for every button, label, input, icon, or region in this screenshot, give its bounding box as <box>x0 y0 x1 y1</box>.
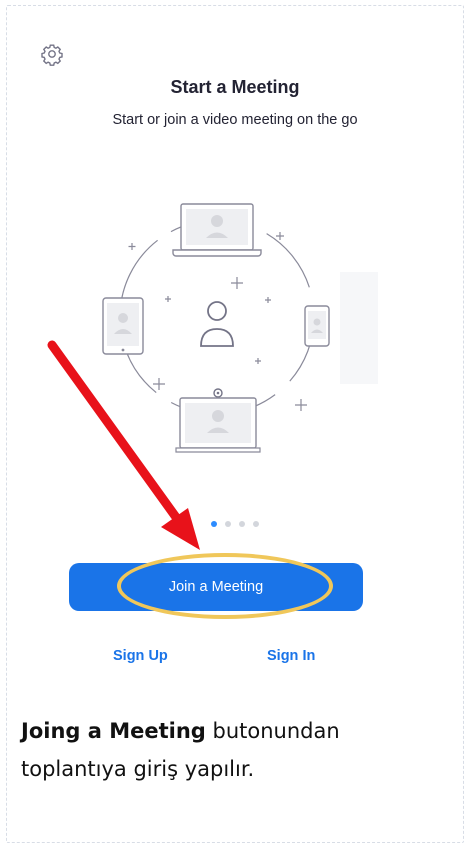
sign-up-link[interactable]: Sign Up <box>113 648 168 664</box>
phone-icon <box>304 305 330 347</box>
caption-line2: toplantıya giriş yapılır. <box>21 757 255 781</box>
join-meeting-button[interactable]: Join a Meeting <box>69 563 363 611</box>
gear-icon <box>41 44 63 66</box>
carousel-dot[interactable] <box>253 521 259 527</box>
person-icon <box>200 301 234 347</box>
caption-line1-rest: butonundan <box>205 719 340 743</box>
carousel-dot[interactable] <box>225 521 231 527</box>
laptop-icon <box>172 203 262 257</box>
page-subtitle: Start or join a video meeting on the go <box>112 112 358 128</box>
annotation-caption: Joing a Meeting butonundan toplantıya gi… <box>21 712 451 788</box>
settings-button[interactable] <box>40 42 64 66</box>
carousel-dot[interactable] <box>211 521 217 527</box>
page-title: Start a Meeting <box>170 77 300 97</box>
meeting-illustration <box>102 203 330 453</box>
plus-icon <box>128 232 307 411</box>
carousel-dot[interactable] <box>239 521 245 527</box>
sign-in-link[interactable]: Sign In <box>267 648 315 664</box>
room-display-icon <box>175 388 261 453</box>
carousel-indicator[interactable] <box>0 521 470 527</box>
caption-bold-text: Joing a Meeting <box>21 719 206 743</box>
tablet-icon <box>102 297 144 355</box>
